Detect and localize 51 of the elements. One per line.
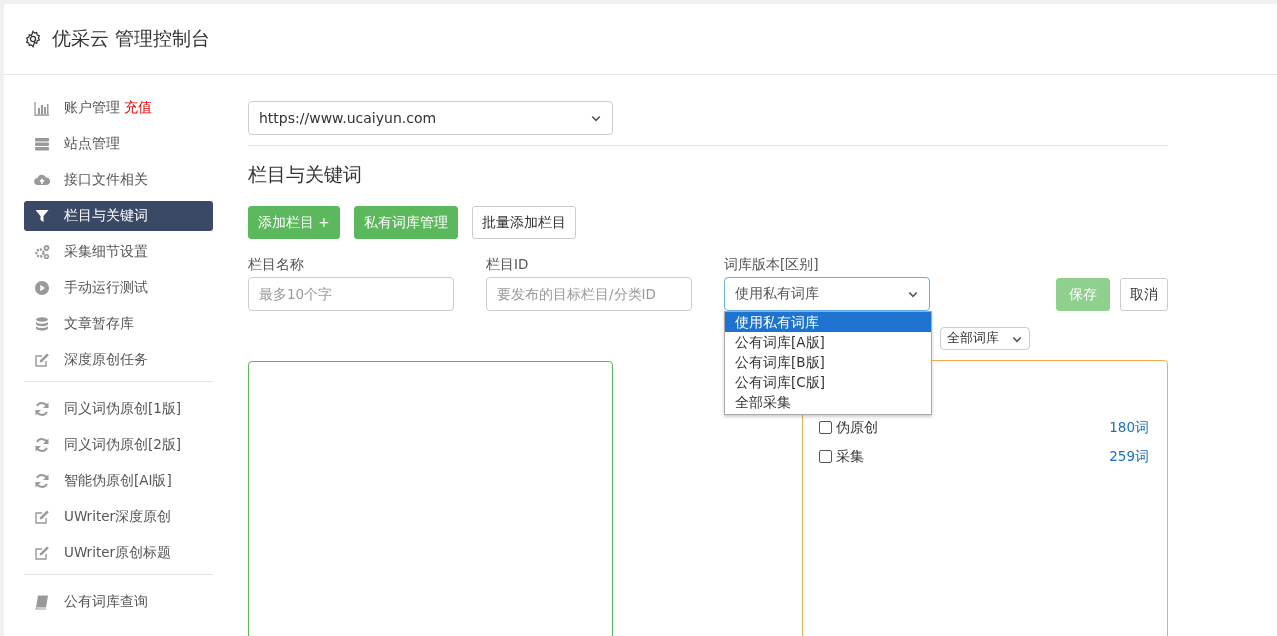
field-label: 词库版本[区别] <box>724 256 820 274</box>
filter-icon <box>34 208 50 224</box>
library-checkbox[interactable]: 采集 <box>819 447 864 466</box>
word-count: 259词 <box>1109 447 1149 466</box>
server-icon <box>34 136 50 152</box>
sidebar-item[interactable]: 同义词伪原创[2版] <box>24 430 213 460</box>
sidebar-item[interactable]: 站点管理 <box>24 129 213 159</box>
dropdown-option[interactable]: 全部采集 <box>725 392 931 412</box>
section-title: 栏目与关键词 <box>248 162 363 187</box>
sidebar-item[interactable]: 采集细节设置 <box>24 237 213 267</box>
edit-icon <box>34 545 50 561</box>
sidebar-item[interactable]: 智能伪原创[AI版] <box>24 466 213 496</box>
library-select[interactable]: 使用私有词库 <box>724 277 930 311</box>
cloud-upload-icon <box>34 172 50 188</box>
dropdown-option[interactable]: 公有词库[A版] <box>725 332 931 352</box>
database-icon <box>34 316 50 332</box>
gears-icon <box>34 244 50 260</box>
dropdown-option[interactable]: 公有词库[C版] <box>725 372 931 392</box>
sidebar-item[interactable]: UWriter深度原创 <box>24 502 213 532</box>
sidebar-item[interactable]: 栏目与关键词 <box>24 201 213 231</box>
sidebar-item[interactable]: 文章暂存库 <box>24 309 213 339</box>
console-title: 优采云 管理控制台 <box>52 26 211 51</box>
cancel-button[interactable]: 取消 <box>1120 278 1168 311</box>
site-select[interactable]: https://www.ucaiyun.com <box>248 101 613 135</box>
play-circle-icon <box>34 280 50 296</box>
library-filter-select[interactable]: 全部词库 <box>940 327 1030 350</box>
recharge-link[interactable]: 充值 <box>124 99 152 117</box>
refresh-icon <box>34 473 50 489</box>
toolbar-button[interactable]: 批量添加栏目 <box>471 206 576 239</box>
sidebar-item[interactable]: 深度原创任务 <box>24 345 213 375</box>
settings-icon <box>24 30 42 48</box>
edit-icon <box>34 509 50 525</box>
dropdown-option[interactable]: 公有词库[B版] <box>725 352 931 372</box>
input-field[interactable]: 最多10个字 <box>248 277 454 311</box>
refresh-icon <box>34 437 50 453</box>
edit-icon <box>34 352 50 368</box>
sidebar-item[interactable]: UWriter原创标题 <box>24 538 213 568</box>
refresh-icon <box>34 401 50 417</box>
dropdown-option[interactable]: 使用私有词库 <box>725 312 931 332</box>
field-label: 栏目ID <box>486 256 530 274</box>
bar-chart-icon <box>34 100 50 116</box>
sidebar-item[interactable]: 接口文件相关 <box>24 165 213 195</box>
word-count: 180词 <box>1109 418 1149 437</box>
sidebar-item[interactable]: 账户管理 充值 <box>24 93 213 123</box>
input-field[interactable]: 要发布的目标栏目/分类ID <box>486 277 692 311</box>
field-label: 栏目名称 <box>248 256 305 274</box>
sidebar-item[interactable]: 同义词伪原创[1版] <box>24 394 213 424</box>
library-checkbox[interactable]: 伪原创 <box>819 418 878 437</box>
book-icon <box>34 594 50 610</box>
sidebar-item[interactable]: 手动运行测试 <box>24 273 213 303</box>
sidebar-item[interactable]: 公有词库查询 <box>24 587 213 617</box>
